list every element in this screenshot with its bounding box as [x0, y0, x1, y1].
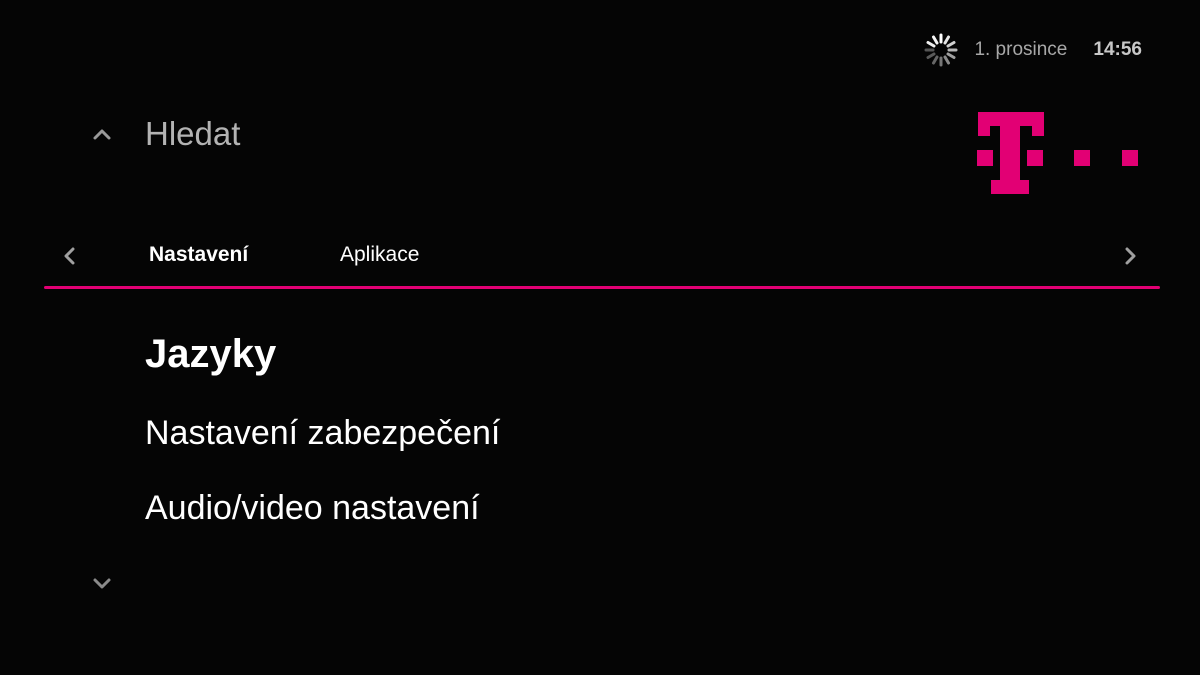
search-button[interactable]: Hledat [90, 112, 240, 156]
search-label: Hledat [145, 115, 241, 152]
menu-item-audio-video-nastaveni[interactable]: Audio/video nastavení [145, 489, 480, 528]
telekom-logo [977, 112, 1138, 194]
menu-item-nastaveni-zabezpeceni[interactable]: Nastavení zabezpečení [145, 414, 500, 453]
menu-item-jazyky[interactable]: Jazyky [145, 332, 276, 377]
accent-divider [44, 286, 1160, 289]
chevron-down-icon[interactable] [90, 571, 114, 595]
status-bar: 1. prosince 14:56 [924, 32, 1142, 68]
tab-bar: Nastavení Aplikace [0, 238, 1200, 276]
tab-nastaveni[interactable]: Nastavení [149, 243, 248, 267]
tab-aplikace[interactable]: Aplikace [340, 243, 419, 267]
chevron-up-icon [93, 129, 111, 140]
spinner-icon [924, 33, 958, 67]
chevron-left-icon[interactable] [58, 244, 82, 268]
date-label: 1. prosince [974, 39, 1068, 60]
chevron-right-icon[interactable] [1118, 244, 1142, 268]
clock-label: 14:56 [1093, 39, 1142, 60]
